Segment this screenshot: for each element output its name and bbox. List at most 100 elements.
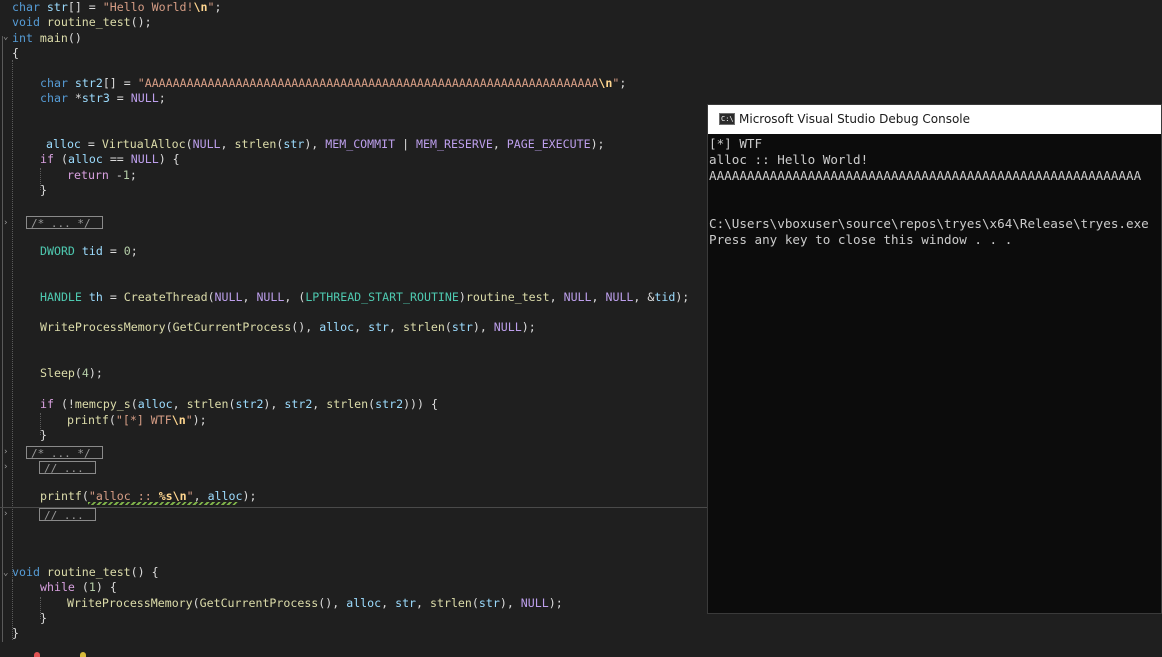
code-line[interactable]: char str[] = "Hello World!\n";: [0, 0, 1162, 15]
code-token: (: [185, 137, 193, 151]
code-token: =: [80, 137, 102, 151]
collapsed-region[interactable]: /* ... */: [26, 446, 103, 460]
warning-indicator-icon[interactable]: [80, 652, 86, 657]
code-token: CreateThread: [123, 290, 208, 304]
code-token: NULL: [605, 290, 634, 304]
code-token: str: [46, 0, 68, 14]
code-line[interactable]: int main(): [0, 31, 1162, 46]
code-token: alloc: [319, 320, 355, 334]
error-indicator-icon[interactable]: [34, 652, 40, 657]
console-title: Microsoft Visual Studio Debug Console: [739, 112, 971, 126]
code-token: , &: [633, 290, 655, 304]
code-token: ))) {: [403, 397, 438, 411]
code-token: strlen: [186, 397, 229, 411]
code-token: ): [458, 290, 466, 304]
code-token: ,: [354, 320, 369, 334]
collapsed-region[interactable]: /* ... */: [26, 216, 103, 230]
code-token: ": [185, 413, 193, 427]
code-token: "Hello World!: [102, 0, 194, 14]
code-line[interactable]: char str2[] = "AAAAAAAAAAAAAAAAAAAAAAAAA…: [0, 76, 1162, 91]
code-token: ,: [492, 137, 507, 151]
code-token: GetCurrentProcess: [199, 596, 319, 610]
console-line: [*] WTF: [709, 136, 763, 151]
code-token: ,: [381, 596, 396, 610]
code-token: NULL: [256, 290, 285, 304]
code-token: ),: [304, 137, 326, 151]
code-token: str3: [81, 91, 110, 105]
code-line[interactable]: void routine_test();: [0, 15, 1162, 30]
code-token: }: [12, 626, 19, 640]
collapsed-region[interactable]: // ...: [39, 461, 96, 475]
code-token: 1: [88, 580, 96, 594]
code-token: =: [109, 91, 131, 105]
fold-expand-icon[interactable]: ›: [3, 462, 11, 472]
code-token: (: [471, 596, 479, 610]
code-token: \n: [193, 0, 208, 14]
console-app-icon: C:\: [719, 113, 735, 125]
code-token: (!: [60, 397, 75, 411]
code-token: alloc: [207, 489, 243, 503]
code-line[interactable]: {: [0, 46, 1162, 61]
code-token: return: [67, 168, 116, 182]
collapsed-region[interactable]: // ...: [39, 508, 96, 522]
fold-chevron-icon[interactable]: ⌄: [3, 32, 11, 42]
code-token: tid: [654, 290, 676, 304]
code-token: ,: [242, 290, 257, 304]
code-token: ),: [263, 397, 285, 411]
code-token: );: [590, 137, 605, 151]
console-line: Press any key to close this window . . .: [709, 232, 1013, 247]
code-token: WriteProcessMemory: [40, 320, 166, 334]
fold-expand-icon[interactable]: ›: [3, 447, 11, 457]
code-token: printf: [40, 489, 82, 503]
console-output[interactable]: [*] WTF alloc :: Hello World! AAAAAAAAAA…: [708, 134, 1161, 613]
code-token: NULL: [520, 596, 549, 610]
code-token: ();: [130, 15, 152, 29]
code-token: );: [242, 489, 257, 503]
code-token: }: [40, 428, 47, 442]
code-token: 4: [81, 366, 89, 380]
code-token: tid: [81, 244, 103, 258]
code-token: strlen: [234, 137, 277, 151]
code-token: ;: [214, 0, 222, 14]
console-titlebar[interactable]: C:\ Microsoft Visual Studio Debug Consol…: [708, 105, 1161, 134]
code-token: (: [165, 320, 173, 334]
code-token: MEM_COMMIT: [325, 137, 396, 151]
warning-squiggle[interactable]: [88, 502, 238, 505]
code-line[interactable]: }: [0, 626, 1162, 641]
code-token: LPTHREAD_START_ROUTINE: [305, 290, 459, 304]
code-token: MEM_RESERVE: [416, 137, 493, 151]
code-token: %s\n: [158, 489, 187, 503]
code-token: (),: [318, 596, 347, 610]
code-token: str: [283, 137, 305, 151]
code-token: );: [675, 290, 690, 304]
debug-console-window[interactable]: C:\ Microsoft Visual Studio Debug Consol…: [707, 104, 1162, 614]
code-token: alloc: [137, 397, 173, 411]
fold-chevron-icon[interactable]: ⌄: [3, 568, 11, 578]
code-token: NULL: [563, 290, 592, 304]
code-token: *: [74, 91, 82, 105]
code-token: str2: [375, 397, 404, 411]
code-token: ==: [102, 152, 131, 166]
code-token: NULL: [493, 320, 522, 334]
code-token: PAGE_EXECUTE: [506, 137, 591, 151]
code-token: );: [521, 320, 536, 334]
code-token: strlen: [326, 397, 369, 411]
code-token: routine_test: [46, 15, 131, 29]
fold-expand-icon[interactable]: ›: [3, 509, 11, 519]
code-token: str: [395, 596, 417, 610]
code-token: NULL: [130, 91, 159, 105]
code-token: ;: [158, 91, 166, 105]
code-token: \n: [171, 413, 186, 427]
code-token: "alloc ::: [88, 489, 159, 503]
code-token: HANDLE: [40, 290, 89, 304]
fold-expand-icon[interactable]: ›: [3, 218, 11, 228]
code-token: (: [207, 290, 215, 304]
code-token: char: [40, 76, 75, 90]
code-token: ": [186, 489, 194, 503]
code-token: \n: [598, 76, 613, 90]
code-token: strlen: [430, 596, 472, 610]
code-token: NULL: [192, 137, 221, 151]
console-line: C:\Users\vboxuser\source\repos\tryes\x64…: [709, 216, 1149, 231]
code-token: str2: [74, 76, 103, 90]
code-token: () {: [130, 565, 159, 579]
